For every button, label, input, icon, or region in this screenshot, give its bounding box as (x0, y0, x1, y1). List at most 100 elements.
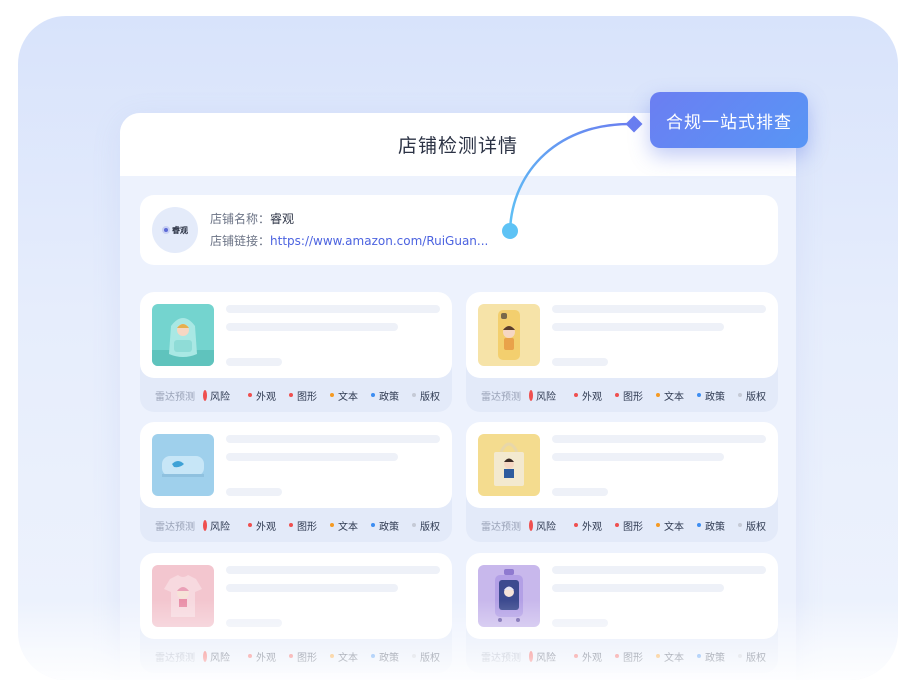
status-dot-icon (412, 523, 416, 527)
tote-bag-image[interactable] (478, 434, 540, 496)
tag-label: 外观 (582, 521, 602, 533)
risk-category-tag[interactable]: 政策 (371, 649, 399, 664)
risk-category-tag[interactable]: 版权 (738, 649, 766, 664)
store-logo-icon (162, 226, 170, 234)
skeleton-line (226, 488, 282, 496)
risk-category-tag[interactable]: 外观 (574, 649, 602, 664)
tag-label: 文本 (664, 391, 684, 403)
status-dot-icon (615, 654, 619, 658)
risk-category-tag[interactable]: 政策 (697, 518, 725, 533)
risk-category-tag[interactable]: 文本 (656, 388, 684, 403)
risk-category-tag[interactable]: 政策 (371, 388, 399, 403)
risk-category-tag[interactable]: 文本 (656, 649, 684, 664)
store-link-label: 店铺链接： (210, 234, 271, 248)
tag-label: 文本 (338, 521, 358, 533)
skeleton-line (552, 453, 724, 461)
risk-category-tag[interactable]: 政策 (697, 388, 725, 403)
tag-label: 版权 (746, 391, 766, 403)
purple-suitcase-image[interactable] (478, 565, 540, 627)
radar-prediction-bar: 雷达预测 风险 外观 图形 文本 政策 版权 (140, 508, 452, 542)
risk-category-tag[interactable]: 文本 (330, 649, 358, 664)
risk-category-tag[interactable]: 版权 (412, 649, 440, 664)
status-dot-icon (615, 523, 619, 527)
tag-label: 文本 (338, 652, 358, 664)
risk-category-tag[interactable]: 外观 (574, 518, 602, 533)
tag-label: 文本 (664, 521, 684, 533)
risk-label: 风险 (210, 521, 230, 533)
skeleton-line (226, 323, 398, 331)
store-avatar: 睿观 (152, 207, 198, 253)
tag-label: 文本 (338, 391, 358, 403)
risk-category-tag[interactable]: 图形 (615, 388, 643, 403)
blue-pencil-case-image[interactable] (152, 434, 214, 496)
risk-category-tag[interactable]: 图形 (289, 649, 317, 664)
radar-prediction-bar: 雷达预测 风险 外观 图形 文本 政策 版权 (140, 378, 452, 412)
product-card-body (140, 422, 452, 508)
tag-label: 外观 (256, 521, 276, 533)
compliance-callout-badge: 合规一站式排查 (650, 92, 808, 148)
risk-category-tag[interactable]: 外观 (248, 649, 276, 664)
status-dot-icon (330, 523, 334, 527)
yellow-phone-case-image[interactable] (478, 304, 540, 366)
risk-category-tag[interactable]: 外观 (248, 388, 276, 403)
radar-prediction-label: 雷达预测 (481, 521, 521, 533)
tag-label: 政策 (379, 652, 399, 664)
skeleton-line (226, 584, 398, 592)
risk-ring-icon (529, 650, 533, 662)
status-dot-icon (371, 523, 375, 527)
radar-prediction-label: 雷达预测 (155, 521, 195, 533)
risk-category-tag[interactable]: 文本 (330, 518, 358, 533)
tag-label: 外观 (582, 391, 602, 403)
risk-category-tag[interactable]: 外观 (574, 388, 602, 403)
skeleton-line (552, 619, 608, 627)
tag-label: 图形 (297, 652, 317, 664)
risk-category-tag[interactable]: 政策 (697, 649, 725, 664)
risk-category-tag[interactable]: 图形 (615, 649, 643, 664)
skeleton-line (226, 358, 282, 366)
skeleton-line (552, 584, 724, 592)
risk-category-tag[interactable]: 图形 (615, 518, 643, 533)
radar-prediction-label: 雷达预测 (155, 652, 195, 664)
risk-label: 风险 (210, 652, 230, 664)
risk-ring-icon (203, 650, 207, 662)
tag-label: 外观 (256, 391, 276, 403)
tag-label: 文本 (664, 652, 684, 664)
risk-category-tag[interactable]: 文本 (656, 518, 684, 533)
tag-label: 图形 (297, 521, 317, 533)
risk-category-tag[interactable]: 版权 (412, 388, 440, 403)
pink-tshirt-image[interactable] (152, 565, 214, 627)
status-dot-icon (248, 654, 252, 658)
status-dot-icon (656, 654, 660, 658)
store-link[interactable]: https://www.amazon.com/RuiGuan... (270, 234, 488, 248)
skeleton-line (552, 358, 608, 366)
risk-category-tag[interactable]: 政策 (371, 518, 399, 533)
risk-category-tag[interactable]: 图形 (289, 518, 317, 533)
product-card[interactable]: 雷达预测 风险 外观 图形 文本 政策 版权 (466, 422, 778, 542)
status-dot-icon (330, 654, 334, 658)
product-card[interactable]: 雷达预测 风险 外观 图形 文本 政策 版权 (140, 553, 452, 673)
tag-label: 外观 (582, 652, 602, 664)
teal-backpack-image[interactable] (152, 304, 214, 366)
radar-prediction-label: 雷达预测 (481, 652, 521, 664)
status-dot-icon (412, 654, 416, 658)
risk-category-tag[interactable]: 图形 (289, 388, 317, 403)
risk-category-tag[interactable]: 版权 (738, 388, 766, 403)
status-dot-icon (248, 523, 252, 527)
panel-title: 店铺检测详情 (397, 135, 518, 157)
risk-category-tag[interactable]: 版权 (412, 518, 440, 533)
product-card[interactable]: 雷达预测 风险 外观 图形 文本 政策 版权 (466, 553, 778, 673)
risk-category-tag[interactable]: 文本 (330, 388, 358, 403)
tag-label: 政策 (379, 521, 399, 533)
status-dot-icon (289, 654, 293, 658)
risk-label: 风险 (536, 652, 556, 664)
risk-category-tag[interactable]: 版权 (738, 518, 766, 533)
status-dot-icon (289, 393, 293, 397)
product-card[interactable]: 雷达预测 风险 外观 图形 文本 政策 版权 (466, 292, 778, 412)
risk-category-tag[interactable]: 外观 (248, 518, 276, 533)
product-card[interactable]: 雷达预测 风险 外观 图形 文本 政策 版权 (140, 292, 452, 412)
tag-label: 政策 (705, 652, 725, 664)
status-dot-icon (574, 654, 578, 658)
store-name-value: 睿观 (270, 212, 295, 226)
status-dot-icon (248, 393, 252, 397)
product-card[interactable]: 雷达预测 风险 外观 图形 文本 政策 版权 (140, 422, 452, 542)
